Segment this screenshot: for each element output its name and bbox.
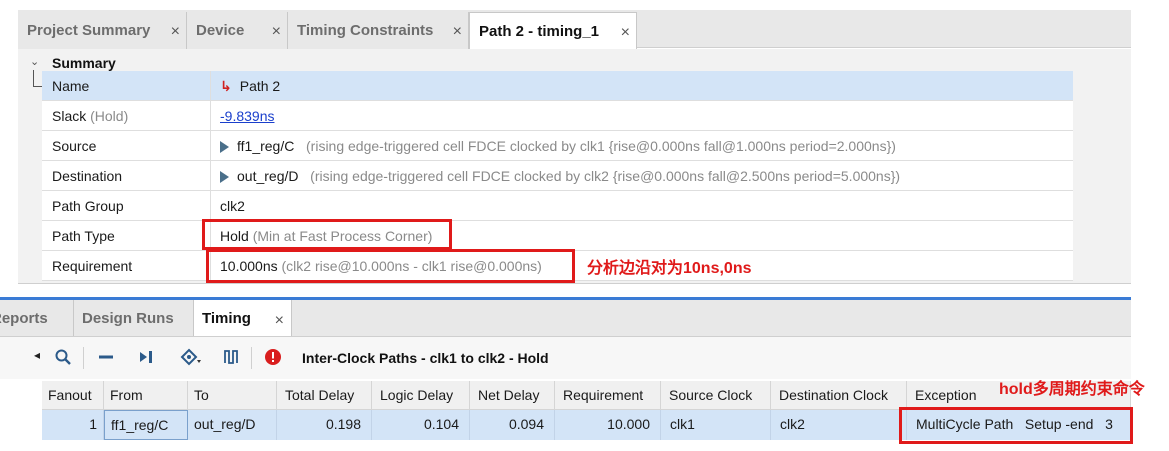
column-header-logic-delay[interactable]: Logic Delay [372, 381, 470, 410]
highlight-box-path-type [202, 219, 452, 250]
close-icon[interactable]: × [171, 23, 180, 41]
chevron-down-icon[interactable]: ⌄ [30, 55, 39, 68]
source-pin[interactable]: ff1_reg/C [237, 138, 294, 154]
close-icon[interactable]: × [453, 23, 462, 41]
column-header-total-delay[interactable]: Total Delay [277, 381, 372, 410]
error-icon[interactable] [264, 348, 282, 371]
destination-detail: (rising edge-triggered cell FDCE clocked… [310, 168, 901, 184]
highlight-box-requirement [206, 249, 575, 283]
summary-row-slack[interactable]: Slack (Hold) -9.839ns [42, 101, 1073, 131]
row-label: Path Group [52, 198, 124, 214]
toolbar-separator [251, 347, 252, 369]
row-label: Slack (Hold) [52, 108, 128, 124]
column-header-source-clock[interactable]: Source Clock [661, 381, 771, 410]
highlight-box-exception [899, 407, 1133, 444]
row-label: Name [52, 78, 90, 94]
path-name: Path 2 [239, 78, 281, 94]
close-icon[interactable]: × [621, 24, 630, 42]
search-icon[interactable] [54, 348, 72, 371]
close-icon[interactable]: × [272, 23, 281, 41]
cell-net-delay[interactable]: 0.094 [470, 410, 555, 440]
tab-label: Project Summary [27, 22, 151, 39]
annotation-requirement: 分析边沿对为10ns,0ns [587, 260, 752, 277]
tab-label: Design Runs [82, 310, 174, 327]
highlight-icon[interactable] [180, 348, 202, 371]
column-header-net-delay[interactable]: Net Delay [470, 381, 555, 410]
cell-fanout[interactable]: 1 [42, 410, 104, 440]
column-header-to[interactable]: To [188, 381, 277, 410]
row-label: Destination [52, 168, 123, 184]
cell-total-delay[interactable]: 0.198 [277, 410, 372, 440]
destination-pin[interactable]: out_reg/D [237, 168, 298, 184]
cell-logic-delay[interactable]: 0.104 [372, 410, 470, 440]
tab-label: Device [196, 22, 245, 39]
cell-pin-icon [220, 141, 229, 153]
tab-timing[interactable]: Timing × [194, 300, 292, 336]
toolbar [0, 337, 1131, 379]
source-detail: (rising edge-triggered cell FDCE clocked… [306, 138, 896, 154]
summary-row-path-type[interactable]: Path Type Hold (Min at Fast Process Corn… [42, 221, 1073, 251]
row-label-suffix: (Hold) [90, 108, 129, 124]
cell-from[interactable]: ff1_reg/C [104, 410, 188, 440]
tab-path-2-timing[interactable]: Path 2 - timing_1 × [469, 12, 637, 49]
row-label: Source [52, 138, 97, 154]
column-divider [210, 101, 211, 131]
tab-label: Reports [0, 310, 48, 327]
row-value: out_reg/D (rising edge-triggered cell FD… [220, 168, 900, 184]
summary-row-name[interactable]: Name ↳ Path 2 [42, 71, 1073, 101]
tree-line [33, 70, 34, 87]
cell-pin-icon [220, 171, 229, 183]
row-label-text: Slack [52, 108, 87, 124]
path-icon: ↳ [220, 78, 232, 94]
column-header-from[interactable]: From [104, 381, 188, 410]
waveform-icon[interactable] [223, 348, 241, 371]
slack-link[interactable]: -9.839ns [220, 108, 274, 124]
column-divider [210, 71, 211, 101]
tab-reports[interactable]: Reports [0, 300, 74, 336]
column-header-destination-clock[interactable]: Destination Clock [771, 381, 907, 410]
cell-source-clock[interactable]: clk1 [661, 410, 771, 440]
cell-destination-clock[interactable]: clk2 [771, 410, 907, 440]
jump-icon[interactable] [138, 348, 156, 371]
tab-label: Timing [202, 310, 251, 327]
column-divider [210, 161, 211, 191]
collapse-icon[interactable] [97, 348, 115, 371]
summary-row-path-group[interactable]: Path Group clk2 [42, 191, 1073, 221]
cell-requirement[interactable]: 10.000 [555, 410, 661, 440]
tree-line [33, 86, 42, 87]
report-title: Inter-Clock Paths - clk1 to clk2 - Hold [302, 350, 549, 366]
tab-label: Path 2 - timing_1 [479, 23, 600, 40]
row-label: Path Type [52, 228, 115, 244]
close-icon[interactable]: × [275, 312, 284, 330]
tab-project-summary[interactable]: Project Summary × [18, 12, 187, 49]
column-header-fanout[interactable]: Fanout [42, 381, 104, 410]
tab-label: Timing Constraints [297, 22, 434, 39]
cell-to[interactable]: out_reg/D [188, 410, 277, 440]
summary-row-destination[interactable]: Destination out_reg/D (rising edge-trigg… [42, 161, 1073, 191]
column-header-requirement[interactable]: Requirement [555, 381, 661, 410]
row-value: ff1_reg/C (rising edge-triggered cell FD… [220, 138, 896, 154]
tab-timing-constraints[interactable]: Timing Constraints × [288, 12, 469, 49]
row-value: ↳ Path 2 [220, 78, 280, 95]
annotation-hold: hold多周期约束命令 [999, 381, 1145, 398]
row-label: Requirement [52, 258, 133, 274]
tab-design-runs[interactable]: Design Runs [74, 300, 194, 336]
column-divider [210, 191, 211, 221]
summary-row-source[interactable]: Source ff1_reg/C (rising edge-triggered … [42, 131, 1073, 161]
tab-device[interactable]: Device × [187, 12, 288, 49]
toolbar-separator [83, 347, 84, 369]
summary-header: Summary [52, 55, 116, 71]
column-divider [210, 131, 211, 161]
row-value: clk2 [220, 198, 245, 214]
collapse-arrows-icon[interactable]: ◂ [34, 348, 40, 362]
